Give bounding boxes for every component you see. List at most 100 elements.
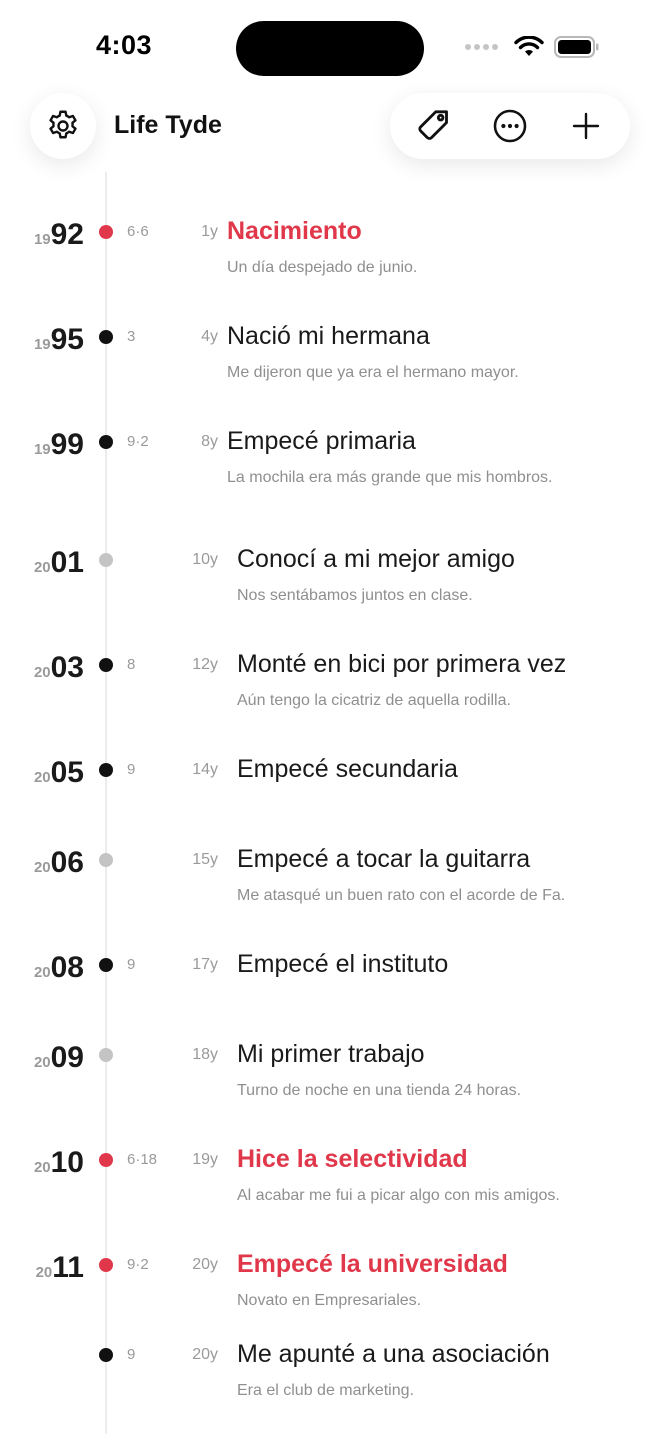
event-year: 2011	[36, 1251, 84, 1285]
status-time: 4:03	[96, 30, 153, 60]
event-year-century: 20	[33, 859, 51, 876]
event-year-century: 20	[35, 1264, 53, 1281]
event-age: 1y	[201, 223, 218, 240]
event-title: Nacimiento	[227, 217, 362, 245]
more-button[interactable]	[482, 98, 538, 154]
timeline-dot	[99, 853, 113, 867]
event-year-century: 20	[33, 1054, 51, 1071]
event-description: Era el club de marketing.	[237, 1382, 414, 1399]
event-year-digits: 08	[50, 951, 84, 984]
event-year-digits: 11	[52, 1251, 84, 1284]
event-title: Mi primer trabajo	[237, 1040, 425, 1068]
event-year: 2006	[34, 846, 84, 880]
event-date: 6·6	[127, 223, 149, 240]
event-year: 1999	[34, 428, 84, 462]
event-year-digits: 06	[50, 846, 84, 879]
event-date: 9	[127, 761, 136, 778]
event-title: Monté en bici por primera vez	[237, 650, 567, 678]
timeline-dot	[99, 553, 113, 567]
tags-button[interactable]	[406, 98, 462, 154]
event-date: 9·2	[127, 1256, 149, 1273]
event-year-digits: 95	[50, 323, 84, 356]
event-age: 19y	[192, 1151, 218, 1168]
event-description: Me dijeron que ya era el hermano mayor.	[227, 364, 519, 381]
timeline-dot	[99, 330, 113, 344]
event-year: 2010	[34, 1146, 84, 1180]
event-year-century: 19	[33, 441, 51, 458]
event-year-century: 20	[33, 769, 51, 786]
event-date: 6·18	[127, 1151, 158, 1168]
event-title: Me apunté a una asociación	[237, 1340, 550, 1368]
timeline-dot	[99, 225, 113, 239]
timeline-event[interactable]: 2003 8 12y Monté en bici por primera vez Aún…	[0, 650, 660, 745]
event-title: Empecé secundaria	[237, 755, 458, 783]
timeline-event[interactable]: 9 20y Me apunté a una asociación Era el clu…	[0, 1340, 660, 1434]
app-screen: 4:03 Life Tyde 1992 6·6 1y Nacimiento Un…	[0, 0, 660, 1434]
timeline-dot	[99, 435, 113, 449]
event-year: 2001	[34, 546, 84, 580]
event-age: 20y	[192, 1346, 218, 1363]
event-year-century: 19	[33, 336, 51, 353]
timeline-dot	[99, 958, 113, 972]
plus-icon	[572, 112, 600, 140]
status-icons	[465, 36, 600, 58]
add-event-button[interactable]	[558, 98, 614, 154]
event-year-digits: 03	[50, 651, 84, 684]
event-year-digits: 10	[50, 1146, 84, 1179]
event-date: 9	[127, 1346, 136, 1363]
timeline-dot	[99, 658, 113, 672]
timeline-event[interactable]: 1999 9·2 8y Empecé primaria La mochila era m…	[0, 427, 660, 522]
event-date: 8	[127, 656, 136, 673]
header-actions	[390, 93, 630, 159]
event-title: Empecé primaria	[227, 427, 416, 455]
app-title: Life Tyde	[114, 111, 222, 139]
settings-button[interactable]	[30, 93, 96, 159]
event-age: 14y	[192, 761, 218, 778]
more-horizontal-icon	[493, 109, 527, 143]
event-description: Un día despejado de junio.	[227, 259, 418, 276]
timeline-event[interactable]: 1992 6·6 1y Nacimiento Un día despejado de j…	[0, 217, 660, 312]
timeline-event[interactable]: 2001 10y Conocí a mi mejor amigo Nos sentáb…	[0, 545, 660, 640]
event-description: Aún tengo la cicatriz de aquella rodilla…	[237, 692, 511, 709]
event-age: 17y	[192, 956, 218, 973]
timeline-dot	[99, 763, 113, 777]
event-age: 4y	[201, 328, 218, 345]
battery-icon	[554, 36, 599, 58]
timeline-dot	[99, 1048, 113, 1062]
gear-icon	[49, 110, 77, 139]
event-age: 18y	[192, 1046, 218, 1063]
event-year-century: 20	[33, 559, 51, 576]
dynamic-island	[236, 21, 424, 76]
event-title: Hice la selectividad	[237, 1145, 468, 1173]
event-title: Empecé a tocar la guitarra	[237, 845, 531, 873]
event-date: 3	[127, 328, 136, 345]
timeline-event[interactable]: 2009 18y Mi primer trabajo Turno de noche e…	[0, 1040, 660, 1135]
event-year: 2008	[34, 951, 84, 985]
event-year: 1992	[34, 218, 84, 252]
timeline-event[interactable]: 2010 6·18 19y Hice la selectividad Al acabar…	[0, 1145, 660, 1240]
event-date: 9·2	[127, 433, 149, 450]
timeline-dot	[99, 1153, 113, 1167]
event-year: 2005	[34, 756, 84, 790]
timeline-dot	[99, 1348, 113, 1362]
event-year-digits: 01	[50, 546, 84, 579]
timeline-event[interactable]: 2005 9 14y Empecé secundaria	[0, 755, 660, 850]
event-year-digits: 05	[50, 756, 84, 789]
event-title: Nació mi hermana	[227, 322, 430, 350]
event-year: 1995	[34, 323, 84, 357]
timeline-event[interactable]: 2008 9 17y Empecé el instituto	[0, 950, 660, 1045]
event-description: La mochila era más grande que mis hombro…	[227, 469, 553, 486]
event-title: Empecé la universidad	[237, 1250, 508, 1278]
event-age: 20y	[192, 1256, 218, 1273]
event-year-century: 20	[33, 964, 51, 981]
event-year-digits: 92	[50, 218, 84, 251]
event-age: 8y	[201, 433, 218, 450]
timeline-event[interactable]: 1995 3 4y Nació mi hermana Me dijeron que ya…	[0, 322, 660, 417]
event-year-digits: 99	[50, 428, 84, 461]
event-description: Me atasqué un buen rato con el acorde de…	[237, 887, 566, 904]
timeline-event[interactable]: 2011 9·2 20y Empecé la universidad Novato en…	[0, 1250, 660, 1345]
event-year-century: 20	[33, 1159, 51, 1176]
timeline-event[interactable]: 2006 15y Empecé a tocar la guitarra Me atas…	[0, 845, 660, 940]
event-description: Novato en Empresariales.	[237, 1292, 422, 1309]
timeline-dot	[99, 1258, 113, 1272]
